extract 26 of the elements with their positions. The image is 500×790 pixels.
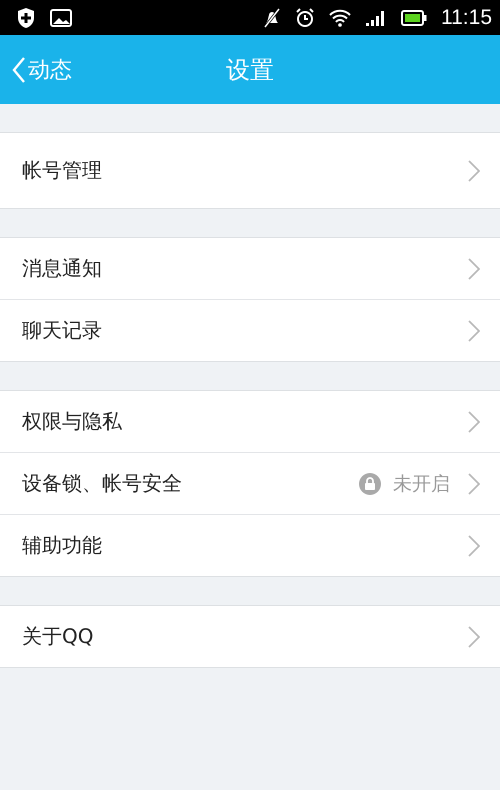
shield-icon [16, 6, 36, 28]
muted-bell-icon [263, 8, 281, 28]
row-label: 消息通知 [22, 255, 103, 282]
row-label: 设备锁、帐号安全 [22, 470, 183, 497]
lock-icon [359, 472, 381, 494]
status-text: 未开启 [393, 472, 450, 496]
signal-icon [365, 8, 387, 26]
chevron-icon [468, 258, 480, 280]
row-label: 帐号管理 [22, 157, 103, 184]
row-label: 关于QQ [22, 623, 94, 650]
chevron-icon [468, 472, 480, 494]
battery-icon [401, 10, 427, 26]
row-label: 聊天记录 [22, 317, 103, 344]
row-label: 权限与隐私 [22, 408, 123, 435]
chevron-icon [468, 160, 480, 182]
alarm-icon [295, 8, 315, 28]
chevron-icon [468, 534, 480, 556]
row-label: 辅助功能 [22, 532, 103, 559]
page-title: 设置 [226, 54, 274, 86]
image-icon [50, 8, 72, 26]
clock-time: 11:15 [441, 6, 492, 30]
chevron-icon [468, 320, 480, 342]
wifi-icon [329, 8, 351, 26]
chevron-icon [468, 626, 480, 648]
chevron-icon [468, 410, 480, 432]
back-chevron-icon [12, 56, 26, 84]
